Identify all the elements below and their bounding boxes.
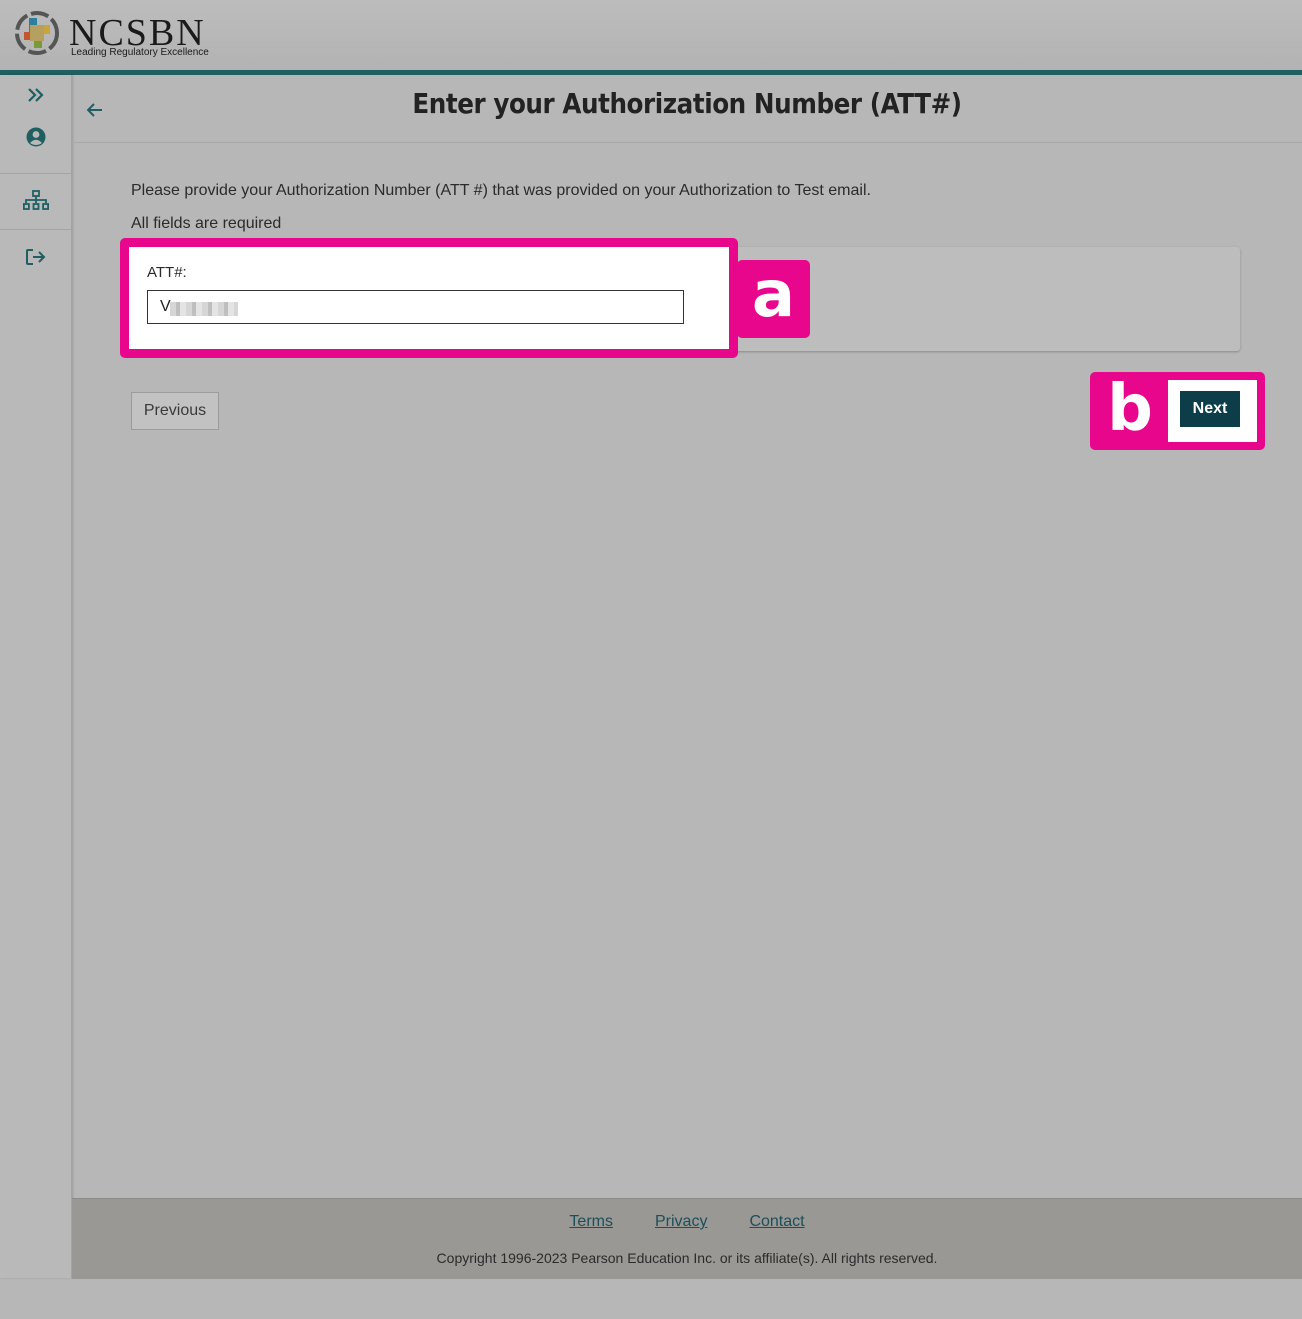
footer-link-contact[interactable]: Contact — [749, 1213, 804, 1231]
footer-links: Terms Privacy Contact — [72, 1213, 1302, 1231]
sign-out-icon — [25, 249, 45, 265]
sidebar — [0, 75, 72, 1278]
main-content: Enter your Authorization Number (ATT#) P… — [72, 75, 1302, 1198]
annotation-badge-b: b — [1090, 372, 1170, 450]
highlight-b: Next — [1160, 372, 1265, 450]
att-label: ATT#: — [147, 264, 187, 281]
sidebar-item-sitemap[interactable] — [0, 187, 71, 215]
sitemap-icon — [22, 190, 49, 210]
footer-link-privacy[interactable]: Privacy — [655, 1213, 707, 1231]
sidebar-item-logout[interactable] — [0, 243, 71, 271]
footer-link-terms[interactable]: Terms — [569, 1213, 613, 1231]
next-button[interactable]: Next — [1180, 391, 1240, 427]
annotation-badge-a: a — [737, 260, 810, 338]
sidebar-expand-button[interactable] — [0, 81, 71, 109]
footer: Terms Privacy Contact Copyright 1996-202… — [72, 1198, 1302, 1279]
ncsbn-logo[interactable]: NCSBN Leading Regulatory Excellence — [14, 10, 234, 60]
previous-button[interactable]: Previous — [131, 392, 219, 430]
user-circle-icon — [26, 127, 45, 147]
copyright-text: Copyright 1996-2023 Pearson Education In… — [436, 1250, 938, 1266]
sidebar-divider — [0, 173, 71, 174]
logo-mark-icon — [15, 11, 59, 55]
back-button[interactable] — [84, 99, 106, 121]
arrow-left-icon — [87, 103, 102, 117]
highlight-a: ATT#: — [120, 238, 738, 358]
logo-tagline: Leading Regulatory Excellence — [71, 47, 209, 58]
required-note: All fields are required — [131, 215, 282, 232]
sidebar-divider — [0, 229, 71, 230]
intro-text: Please provide your Authorization Number… — [131, 182, 871, 199]
sidebar-item-profile[interactable] — [0, 123, 71, 151]
double-chevron-right-icon — [27, 88, 44, 102]
top-bar: NCSBN Leading Regulatory Excellence — [0, 0, 1302, 70]
redacted-value — [170, 302, 238, 316]
page-header: Enter your Authorization Number (ATT#) — [72, 75, 1302, 143]
page-title: Enter your Authorization Number (ATT#) — [412, 87, 962, 120]
